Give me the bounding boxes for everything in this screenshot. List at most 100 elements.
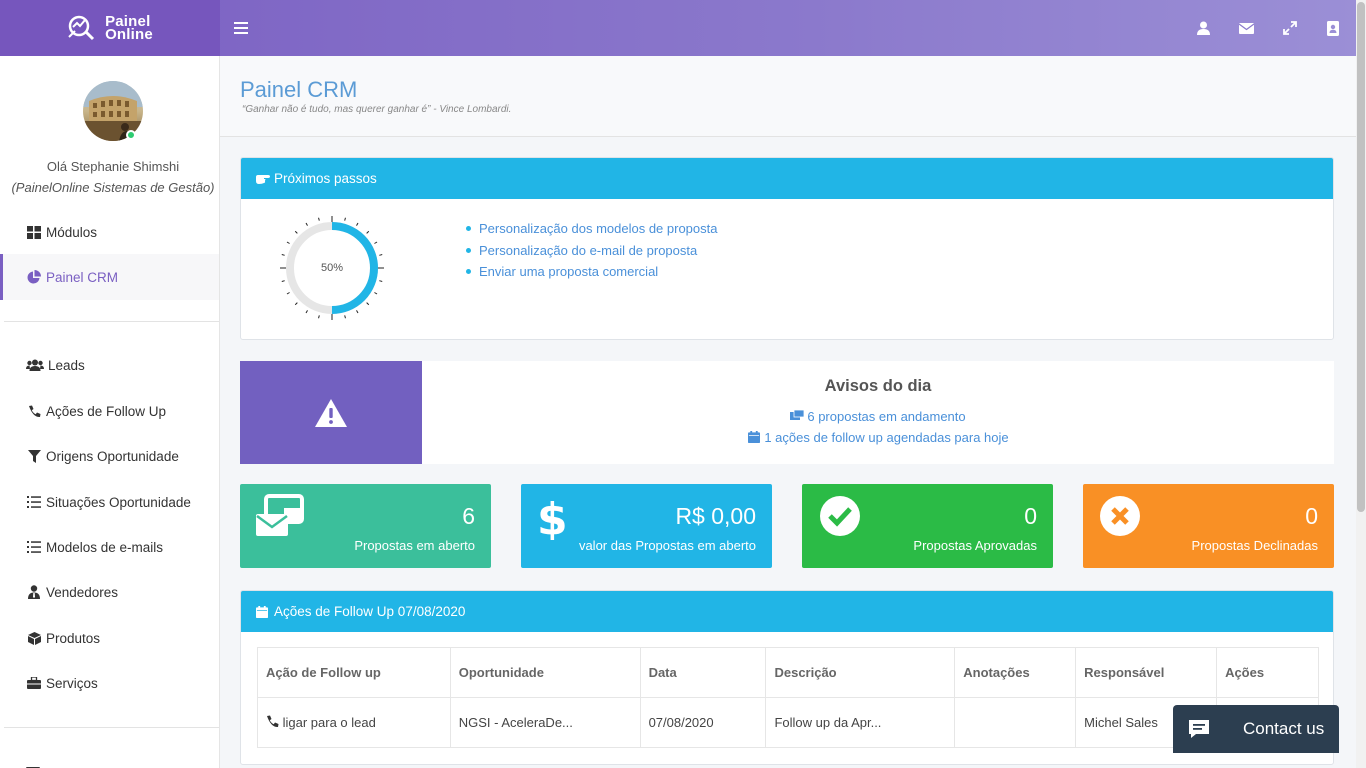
column-header[interactable]: Oportunidade — [450, 647, 641, 698]
sidebar-item-label: Painel CRM — [46, 269, 119, 285]
stat-propostas-aprovadas[interactable]: 0 Propostas Aprovadas — [802, 484, 1053, 568]
users-icon — [26, 358, 44, 372]
next-steps-card: Próximos passos 50% Personalização dos m… — [240, 157, 1334, 340]
stat-label: valor das Propostas em aberto — [578, 538, 756, 553]
logo-icon — [68, 15, 95, 41]
column-header[interactable]: Ação de Follow up — [257, 647, 451, 698]
envelopes-icon — [256, 494, 304, 536]
stat-label: Propostas em aberto — [354, 538, 475, 553]
followup-title: Ações de Follow Up 07/08/2020 — [274, 604, 466, 619]
next-step-item[interactable]: Enviar uma proposta comercial — [466, 261, 717, 283]
sidebar-item-modulos[interactable]: Módulos — [0, 209, 219, 255]
sidebar: Olá Stephanie Shimshi (PainelOnline Sist… — [0, 56, 220, 768]
next-steps-header: Próximos passos — [241, 158, 1333, 199]
followup-action: ligar para o lead — [282, 715, 376, 730]
grid-icon — [26, 225, 42, 239]
check-circle-icon — [820, 496, 860, 536]
sidebar-item-label: Situações Oportunidade — [46, 494, 191, 510]
pie-chart-icon — [26, 270, 42, 284]
briefcase-icon — [26, 676, 42, 690]
user-company: (PainelOnline Sistemas de Gestão) — [11, 180, 215, 195]
sidebar-divider — [4, 321, 219, 322]
scrollbar-thumb[interactable] — [1357, 2, 1365, 512]
stat-label: Propostas Declinadas — [1191, 538, 1318, 553]
sidebar-divider — [4, 727, 219, 728]
fullscreen-button[interactable] — [1280, 19, 1299, 38]
followup-card: Ações de Follow Up 07/08/2020 Ação de Fo… — [240, 590, 1334, 765]
sidebar-item-label: Produtos — [46, 630, 101, 646]
top-bar: Painel Online — [0, 0, 1356, 56]
warning-icon — [315, 398, 347, 427]
sidebar-item-servicos[interactable]: Serviços — [0, 660, 219, 706]
sidebar-item-painel-crm[interactable]: Painel CRM — [0, 254, 219, 300]
menu-toggle-button[interactable] — [234, 19, 248, 37]
page-title: Painel CRM — [240, 77, 358, 102]
table-header-row: Ação de Follow up Oportunidade Data Desc… — [257, 647, 1319, 698]
next-step-item[interactable]: Personalização do e-mail de proposta — [466, 240, 717, 262]
next-step-item[interactable]: Personalização dos modelos de proposta — [466, 218, 717, 240]
stat-value: R$ 0,00 — [675, 503, 756, 529]
sidebar-item-label: Leads — [48, 357, 85, 373]
chat-icon — [1189, 720, 1209, 738]
phone-icon — [26, 404, 42, 418]
avisos-panel: Avisos do dia 6 propostas em andamento 1… — [422, 361, 1334, 464]
column-header[interactable]: Responsável — [1075, 647, 1218, 698]
table-cell: ligar para o lead — [257, 697, 451, 748]
stat-value: 6 — [462, 503, 475, 529]
brand-logo[interactable]: Painel Online — [0, 0, 220, 56]
box-icon — [26, 631, 42, 645]
sidebar-item-label: Origens Oportunidade — [46, 448, 179, 464]
avisos-propostas-link[interactable]: 6 propostas em andamento — [422, 409, 1334, 424]
contact-us-button[interactable]: Contact us — [1173, 705, 1339, 753]
next-steps-list: Personalização dos modelos de proposta P… — [466, 218, 717, 283]
sidebar-item-label: Modelos de e-mails — [46, 539, 164, 555]
sidebar-item-label: Serviços — [46, 675, 98, 691]
sidebar-item-modelos-emails[interactable]: Modelos de e-mails — [0, 524, 219, 570]
next-steps-title: Próximos passos — [274, 171, 377, 186]
sidebar-item-label: Vendedores — [46, 584, 119, 600]
sidebar-item-label: Ações de Follow Up — [46, 403, 167, 419]
contact-us-label: Contact us — [1243, 719, 1325, 738]
sidebar-item-vendedores[interactable]: Vendedores — [0, 569, 219, 615]
dollar-icon: $ — [537, 494, 568, 540]
hand-pointer-icon — [256, 173, 270, 185]
expand-icon — [1282, 21, 1297, 35]
stat-value: 0 — [1024, 503, 1037, 529]
envelopes-icon — [790, 410, 805, 420]
avisos-title: Avisos do dia — [824, 377, 932, 395]
followup-table: Ação de Follow up Oportunidade Data Desc… — [257, 647, 1319, 748]
calendar-icon — [256, 605, 270, 618]
hamburger-icon — [234, 22, 248, 24]
sidebar-item-produtos[interactable]: Produtos — [0, 615, 219, 661]
envelope-icon — [1239, 22, 1254, 34]
sidebar-item-origens-oportunidade[interactable]: Origens Oportunidade — [0, 433, 219, 479]
stat-propostas-declinadas[interactable]: 0 Propostas Declinadas — [1083, 484, 1334, 568]
table-row[interactable]: ligar para o lead NGSI - AceleraDe... 07… — [257, 697, 1319, 748]
sidebar-item-situacoes-oportunidade[interactable]: Situações Oportunidade — [0, 479, 219, 525]
table-cell: 07/08/2020 — [640, 697, 767, 748]
filter-icon — [26, 761, 40, 768]
avisos-icon-box — [240, 361, 422, 464]
sidebar-item-leads[interactable]: Leads — [0, 342, 219, 388]
user-tie-icon — [26, 585, 42, 599]
avisos-followup-link[interactable]: 1 ações de follow up agendadas para hoje — [422, 430, 1334, 445]
sidebar-item-label: Módulos — [46, 224, 98, 240]
stat-label: Propostas Aprovadas — [913, 538, 1037, 553]
messages-button[interactable] — [1237, 19, 1256, 38]
page-scrollbar[interactable] — [1356, 0, 1366, 768]
column-header[interactable]: Anotações — [954, 647, 1077, 698]
column-header[interactable]: Ações — [1216, 647, 1319, 698]
times-circle-icon — [1100, 496, 1140, 536]
column-header[interactable]: Data — [640, 647, 767, 698]
stat-propostas-abertas[interactable]: 6 Propostas em aberto — [240, 484, 491, 568]
list-icon — [26, 495, 42, 509]
table-cell: Follow up da Apr... — [765, 697, 956, 748]
column-header[interactable]: Descrição — [765, 647, 956, 698]
stat-valor-propostas[interactable]: $ R$ 0,00 valor das Propostas em aberto — [521, 484, 772, 568]
avisos-line1: 6 propostas em andamento — [807, 409, 966, 424]
stat-value: 0 — [1305, 503, 1318, 529]
address-book-icon — [1326, 20, 1339, 36]
sidebar-item-acoes-follow-up[interactable]: Ações de Follow Up — [0, 388, 219, 434]
user-profile-button[interactable] — [1194, 19, 1213, 38]
contacts-book-button[interactable] — [1323, 19, 1342, 38]
